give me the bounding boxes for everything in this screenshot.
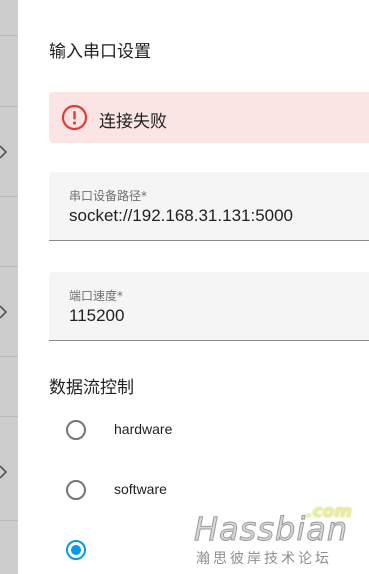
background-divider [0,356,18,357]
background-divider [0,106,18,107]
chevron-right-icon [0,305,8,319]
serial-device-path-field[interactable]: 串口设备路径* [49,172,369,241]
chevron-right-icon [0,465,8,479]
field-label: 串口设备路径* [69,189,148,203]
watermark-subtitle: 瀚思彼岸技术论坛 [196,551,332,567]
port-speed-input[interactable] [69,306,369,326]
flow-control-title: 数据流控制 [49,378,134,398]
watermark-tld: .com [306,502,352,522]
alert-message: 连接失败 [99,112,167,132]
chevron-right-icon [0,145,8,159]
radio-label: software [114,481,167,497]
background-divider [0,416,18,417]
radio-button[interactable] [66,480,86,500]
field-label: 端口速度* [69,289,124,303]
background-divider [0,266,18,267]
dialog-title: 输入串口设置 [49,42,151,62]
port-speed-field[interactable]: 端口速度* [49,272,369,341]
error-circle-icon [61,104,88,131]
watermark: Hassbian .com 瀚思彼岸技术论坛 [190,502,360,572]
radio-button[interactable] [66,420,86,440]
radio-option-hardware[interactable]: hardware [49,412,349,452]
background-divider [0,35,18,36]
serial-settings-dialog: 输入串口设置 连接失败 串口设备路径* 端口速度* 数据流控制 hardware… [18,0,369,574]
radio-label: hardware [114,421,173,437]
background-divider [0,196,18,197]
error-alert: 连接失败 [49,92,369,143]
serial-device-path-input[interactable] [69,206,369,226]
background-divider [0,520,18,521]
background-page-strip [0,0,18,574]
radio-button-selected[interactable] [66,540,86,560]
